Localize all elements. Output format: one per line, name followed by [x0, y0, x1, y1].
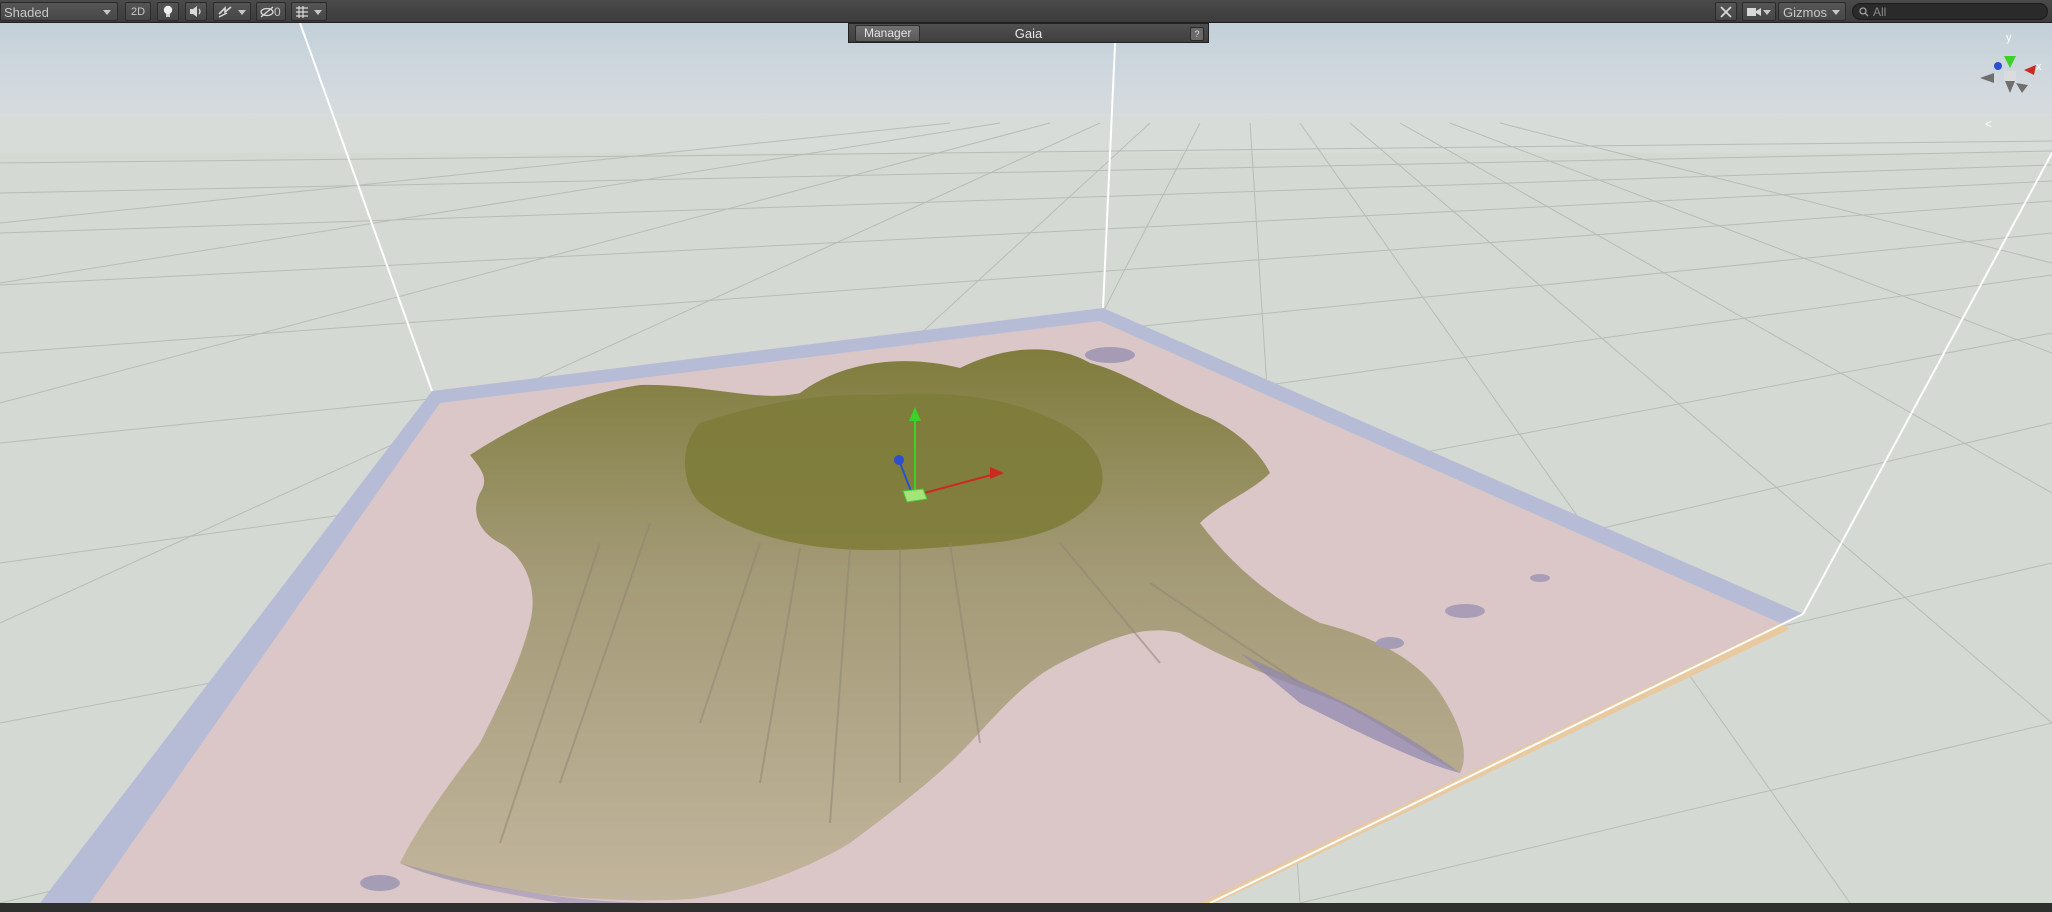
gaia-manager-panel: Gaia Manager ? [848, 23, 1209, 43]
projection-label[interactable]: < [1985, 117, 1992, 131]
grid-dropdown[interactable] [291, 2, 327, 21]
tools-button[interactable] [1715, 2, 1737, 21]
effects-dropdown[interactable] [213, 2, 251, 21]
scene-viewport[interactable]: y x < [0, 23, 2052, 903]
chevron-down-icon [1763, 10, 1771, 15]
draw-mode-dropdown[interactable]: Shaded [0, 2, 118, 21]
lightbulb-icon [163, 5, 173, 17]
chevron-down-icon [314, 10, 322, 15]
draw-mode-label: Shaded [4, 5, 49, 20]
audio-toggle-button[interactable] [185, 2, 207, 21]
scene-toolbar: Shaded 2D 0 Gizmos All [0, 0, 2052, 23]
gizmos-dropdown[interactable]: Gizmos [1778, 2, 1846, 21]
hidden-objects-toggle[interactable]: 0 [256, 2, 286, 21]
search-input[interactable] [1873, 4, 2041, 19]
camera-dropdown[interactable] [1742, 2, 1776, 21]
scene-canvas[interactable]: y x < [0, 23, 2052, 903]
chevron-down-icon [1832, 10, 1840, 15]
gizmo-x-label: x [2036, 61, 2042, 73]
eye-slash-icon [260, 6, 274, 18]
manager-tab[interactable]: Manager [855, 25, 921, 42]
chevron-down-icon [238, 10, 246, 15]
help-icon[interactable]: ? [1190, 27, 1204, 41]
search-icon [1859, 7, 1869, 17]
2d-toggle-label: 2D [130, 6, 146, 18]
unity-scene-view: Shaded 2D 0 Gizmos All Gaia Manager ? y … [0, 0, 2052, 912]
tools-icon [1720, 6, 1732, 18]
2d-toggle-button[interactable]: 2D [125, 2, 151, 21]
lighting-toggle-button[interactable] [157, 2, 179, 21]
horizon-haze [0, 113, 2052, 153]
gizmos-label: Gizmos [1783, 5, 1828, 20]
gizmo-y-label: y [2006, 32, 2012, 44]
hidden-count: 0 [274, 5, 281, 19]
z-axis-arrow-icon[interactable] [894, 455, 904, 465]
grid-icon [296, 6, 308, 18]
chevron-down-icon [103, 10, 111, 15]
z-axis-cone-icon[interactable] [1994, 62, 2002, 70]
scene-search-field[interactable] [1852, 3, 2048, 20]
bottom-edge [0, 903, 2052, 912]
speaker-icon [190, 6, 201, 17]
camera-icon [1747, 8, 1761, 16]
effects-icon [218, 6, 232, 18]
gizmo-center-cube[interactable] [2004, 71, 2016, 81]
